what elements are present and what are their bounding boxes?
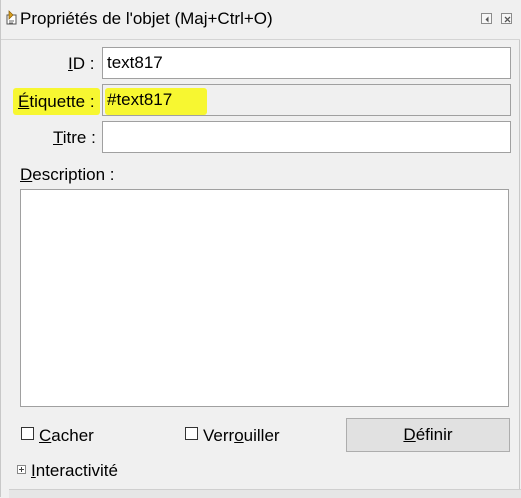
hide-checkbox-label[interactable]: Cacher xyxy=(39,426,94,446)
interactivity-expander-label[interactable]: Interactivité xyxy=(31,461,118,481)
etiquette-label: Étiquette : xyxy=(18,92,95,111)
titre-field[interactable] xyxy=(102,121,511,153)
dialog-title: Propriétés de l'objet (Maj+Ctrl+O) xyxy=(20,9,273,28)
titre-label: Titre : xyxy=(53,128,96,147)
etiquette-field[interactable]: #text817 xyxy=(102,84,511,116)
hide-checkbox[interactable] xyxy=(21,427,34,440)
lock-checkbox[interactable] xyxy=(185,427,198,440)
description-textarea[interactable] xyxy=(20,189,509,407)
description-label: Description : xyxy=(20,165,115,184)
expand-plus-icon[interactable] xyxy=(17,465,26,474)
collapse-icon[interactable] xyxy=(481,13,492,24)
object-properties-icon xyxy=(6,10,20,26)
close-icon[interactable] xyxy=(501,13,512,24)
title-bar[interactable]: Propriétés de l'objet (Maj+Ctrl+O) xyxy=(1,0,520,40)
define-button[interactable]: Définir xyxy=(346,418,510,452)
lock-checkbox-label[interactable]: Verrouiller xyxy=(203,426,280,446)
etiquette-value: #text817 xyxy=(107,90,173,109)
id-label: ID : xyxy=(68,54,95,73)
id-field[interactable]: text817 xyxy=(102,47,511,79)
object-properties-dialog: Propriétés de l'objet (Maj+Ctrl+O) ID : … xyxy=(0,0,521,498)
